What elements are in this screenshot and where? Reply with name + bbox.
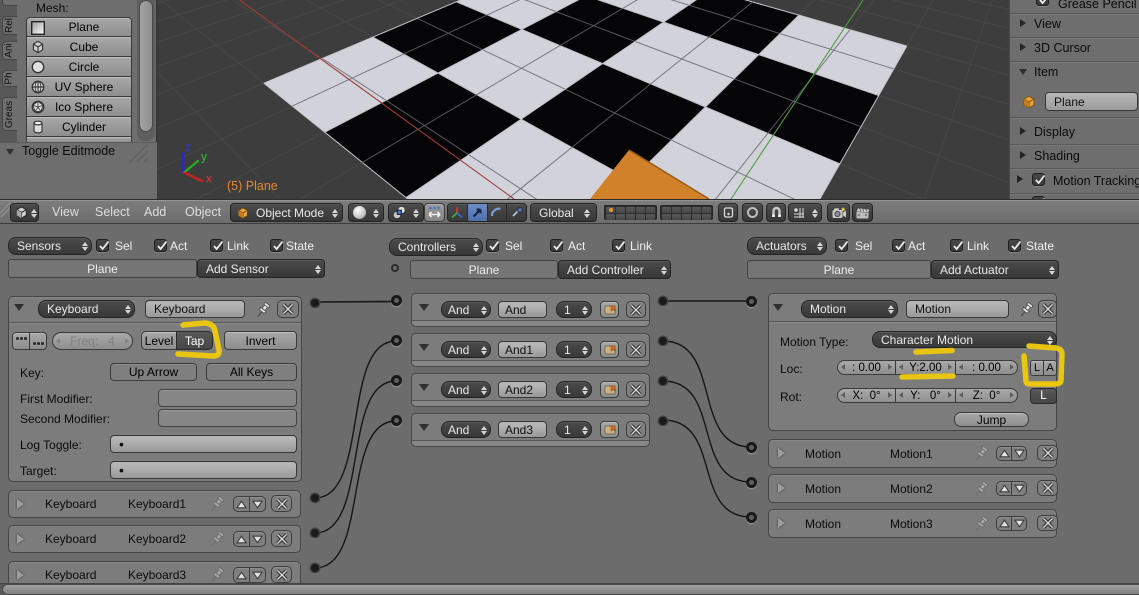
svg-text:z: z bbox=[185, 140, 191, 154]
svg-text:y: y bbox=[201, 150, 207, 164]
svg-text:x: x bbox=[206, 172, 212, 186]
svg-text:(5) Plane: (5) Plane bbox=[227, 179, 278, 193]
